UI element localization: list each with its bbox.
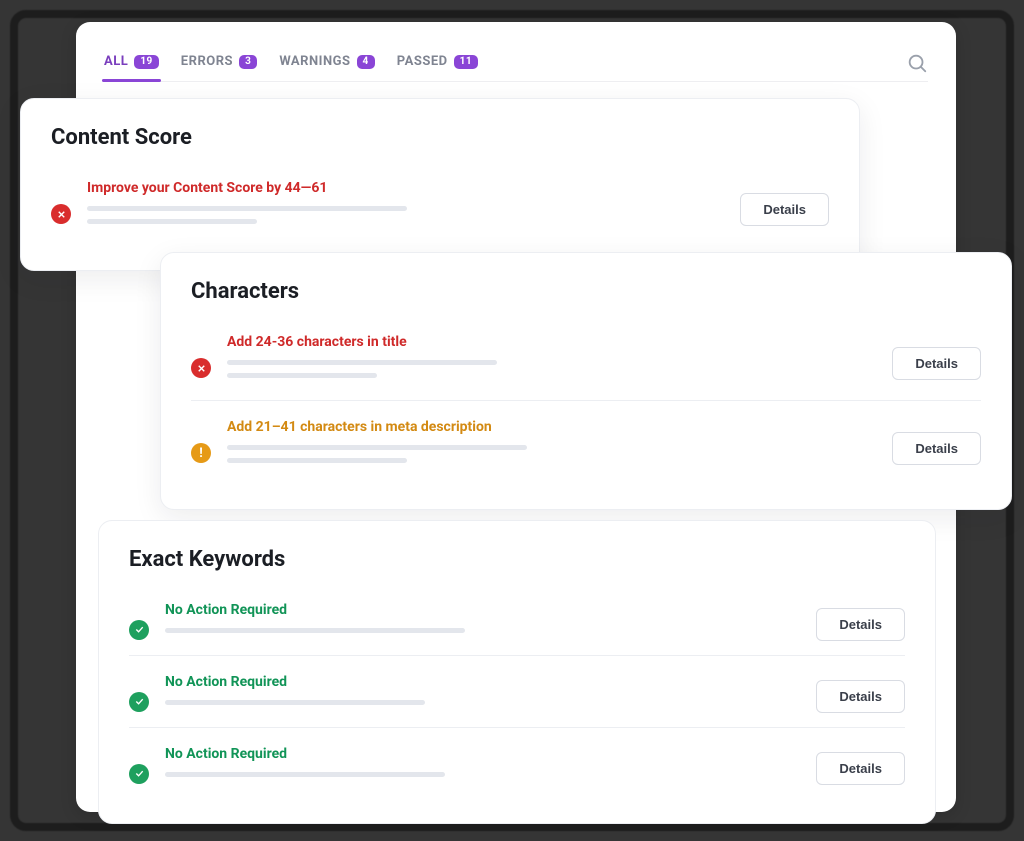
issue-row: ! Add 21–41 characters in meta descripti… (191, 400, 981, 485)
tab-passed[interactable]: PASSED 11 (397, 50, 478, 75)
placeholder-line (87, 219, 257, 224)
issue-title: No Action Required (165, 674, 800, 690)
tab-label: ALL (104, 54, 128, 69)
details-button[interactable]: Details (816, 752, 905, 785)
issue-title: Improve your Content Score by 44—61 (87, 180, 724, 196)
tab-count-badge: 4 (357, 55, 375, 69)
tab-count-badge: 19 (134, 55, 158, 69)
issue-title: Add 21–41 characters in meta description (227, 419, 876, 435)
section-title: Exact Keywords (129, 547, 905, 572)
search-icon[interactable] (906, 52, 928, 74)
issue-title: No Action Required (165, 746, 800, 762)
issue-body: No Action Required (165, 746, 800, 785)
issue-body: Improve your Content Score by 44—61 (87, 180, 724, 232)
section-exact-keywords: Exact Keywords No Action Required Detail… (98, 520, 936, 824)
warning-icon: ! (191, 443, 211, 463)
check-icon (129, 620, 149, 640)
placeholder-line (165, 628, 465, 633)
tab-bar: ALL 19 ERRORS 3 WARNINGS 4 PASSED 11 (104, 50, 928, 82)
issue-row: No Action Required Details (129, 727, 905, 799)
issue-row: No Action Required Details (129, 590, 905, 655)
placeholder-line (87, 206, 407, 211)
section-title: Characters (191, 279, 981, 304)
check-icon (129, 692, 149, 712)
section-title: Content Score (51, 125, 829, 150)
tab-label: PASSED (397, 54, 448, 69)
details-button[interactable]: Details (816, 680, 905, 713)
tab-count-badge: 11 (454, 55, 478, 69)
section-content-score: Content Score Improve your Content Score… (20, 98, 860, 271)
tab-label: ERRORS (181, 54, 233, 69)
error-icon (51, 204, 71, 224)
issue-title: Add 24-36 characters in title (227, 334, 876, 350)
placeholder-line (227, 458, 407, 463)
placeholder-line (165, 700, 425, 705)
details-button[interactable]: Details (892, 347, 981, 380)
details-button[interactable]: Details (816, 608, 905, 641)
tab-count-badge: 3 (239, 55, 257, 69)
tab-warnings[interactable]: WARNINGS 4 (279, 50, 374, 75)
placeholder-line (227, 373, 377, 378)
tab-errors[interactable]: ERRORS 3 (181, 50, 258, 75)
issue-row: Add 24-36 characters in title Details (191, 322, 981, 400)
error-icon (191, 358, 211, 378)
issue-body: Add 24-36 characters in title (227, 334, 876, 386)
issue-title: No Action Required (165, 602, 800, 618)
issue-row: Improve your Content Score by 44—61 Deta… (51, 168, 829, 246)
placeholder-line (227, 445, 527, 450)
details-button[interactable]: Details (740, 193, 829, 226)
issue-body: No Action Required (165, 674, 800, 713)
issue-row: No Action Required Details (129, 655, 905, 727)
tab-label: WARNINGS (279, 54, 350, 69)
issue-body: Add 21–41 characters in meta description (227, 419, 876, 471)
placeholder-line (227, 360, 497, 365)
issue-body: No Action Required (165, 602, 800, 641)
tab-all[interactable]: ALL 19 (104, 50, 159, 75)
section-characters: Characters Add 24-36 characters in title… (160, 252, 1012, 510)
details-button[interactable]: Details (892, 432, 981, 465)
placeholder-line (165, 772, 445, 777)
check-icon (129, 764, 149, 784)
